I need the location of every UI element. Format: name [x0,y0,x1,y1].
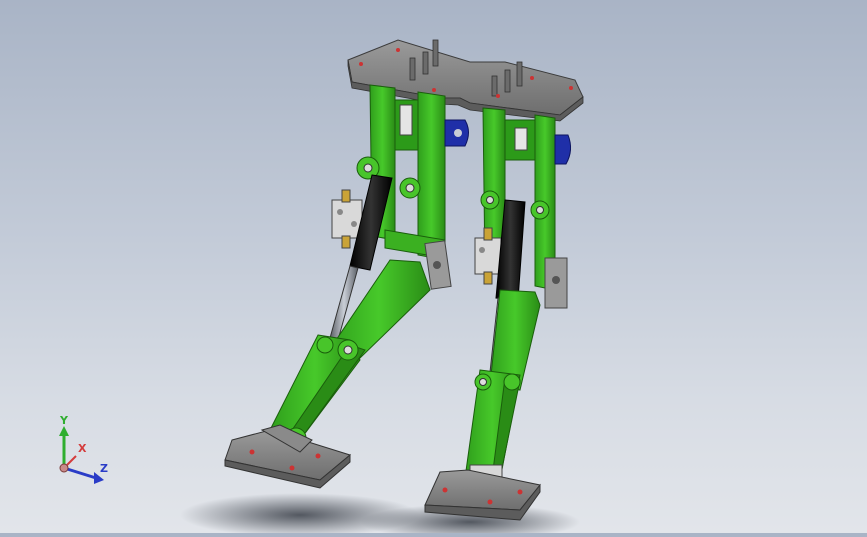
z-axis-label: Z [100,462,108,475]
left-leg[interactable] [224,84,469,489]
robot-legs-model[interactable] [0,0,867,537]
y-axis-label: Y [60,414,68,427]
x-axis-label: X [78,442,87,455]
cad-viewport[interactable]: Y X Z [0,0,867,537]
axis-triad[interactable]: Y X Z [44,412,124,492]
left-foot-plate[interactable] [224,424,352,489]
right-foot-plate[interactable] [424,469,541,521]
right-leg[interactable] [424,107,572,521]
